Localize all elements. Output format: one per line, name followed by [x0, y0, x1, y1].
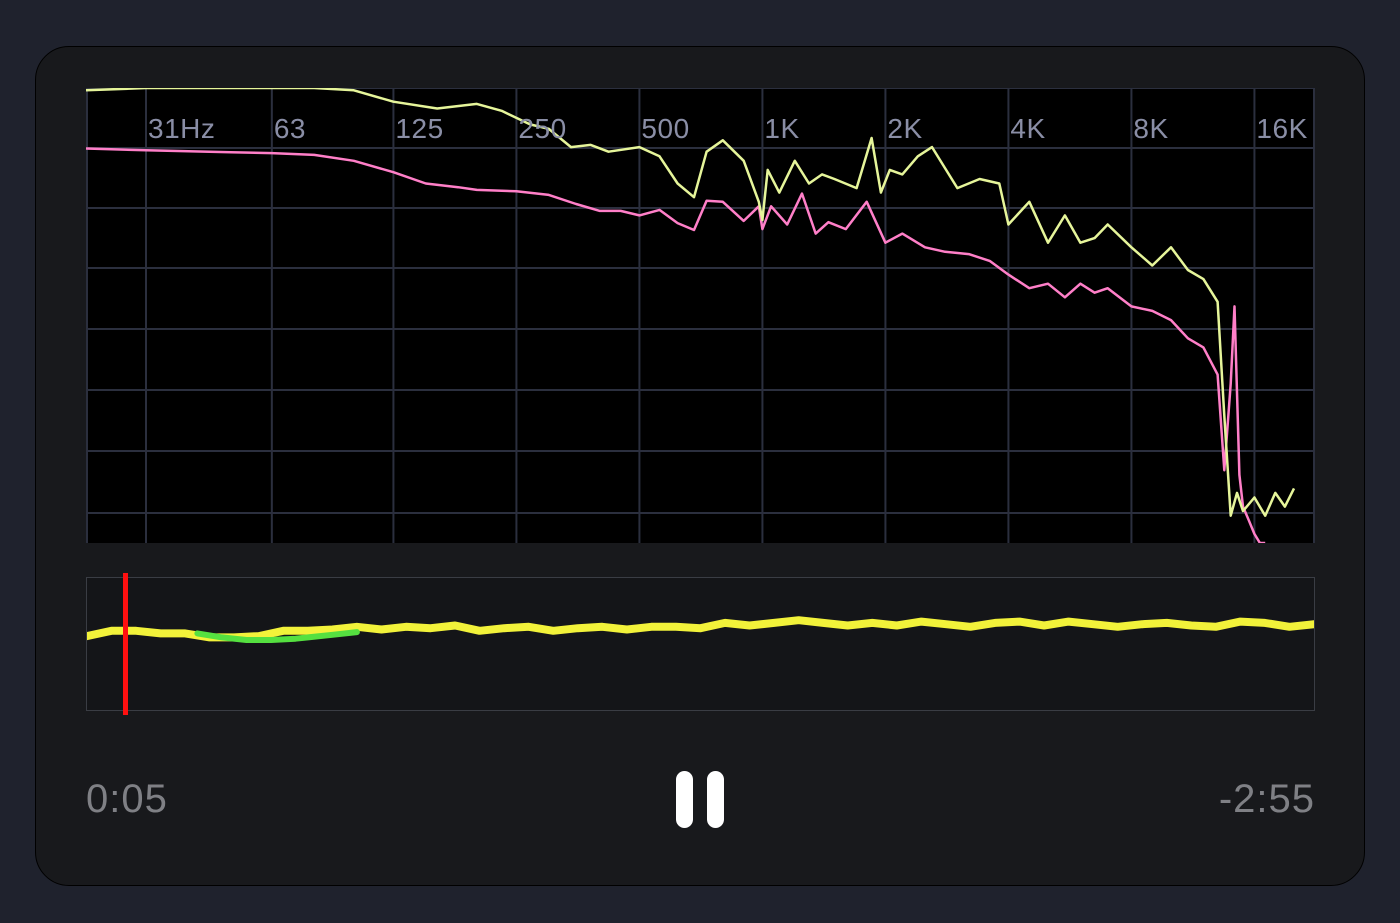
frequency-tick-label: 500 — [641, 113, 690, 144]
spectrum-plot — [86, 88, 1315, 543]
frequency-tick-label: 31Hz — [148, 113, 216, 144]
frequency-tick-label: 63 — [273, 113, 306, 144]
loudness-plot — [87, 616, 1314, 643]
pause-button[interactable] — [672, 768, 728, 832]
loudness-timeline[interactable] — [86, 577, 1315, 711]
loudness-series-loudness — [87, 616, 1314, 642]
frequency-tick-label: 1K — [764, 113, 800, 144]
frequency-tick-label: 125 — [395, 113, 444, 144]
playhead-marker[interactable] — [123, 573, 129, 715]
frequency-tick-label: 250 — [518, 113, 567, 144]
frequency-tick-label: 16K — [1256, 113, 1308, 144]
remaining-time: -2:55 — [1218, 777, 1315, 821]
elapsed-time: 0:05 — [86, 777, 168, 821]
spectrum-analyzer — [86, 88, 1315, 543]
frequency-tick-label: 4K — [1010, 113, 1046, 144]
frequency-tick-label: 2K — [887, 113, 923, 144]
frequency-tick-label: 8K — [1133, 113, 1169, 144]
